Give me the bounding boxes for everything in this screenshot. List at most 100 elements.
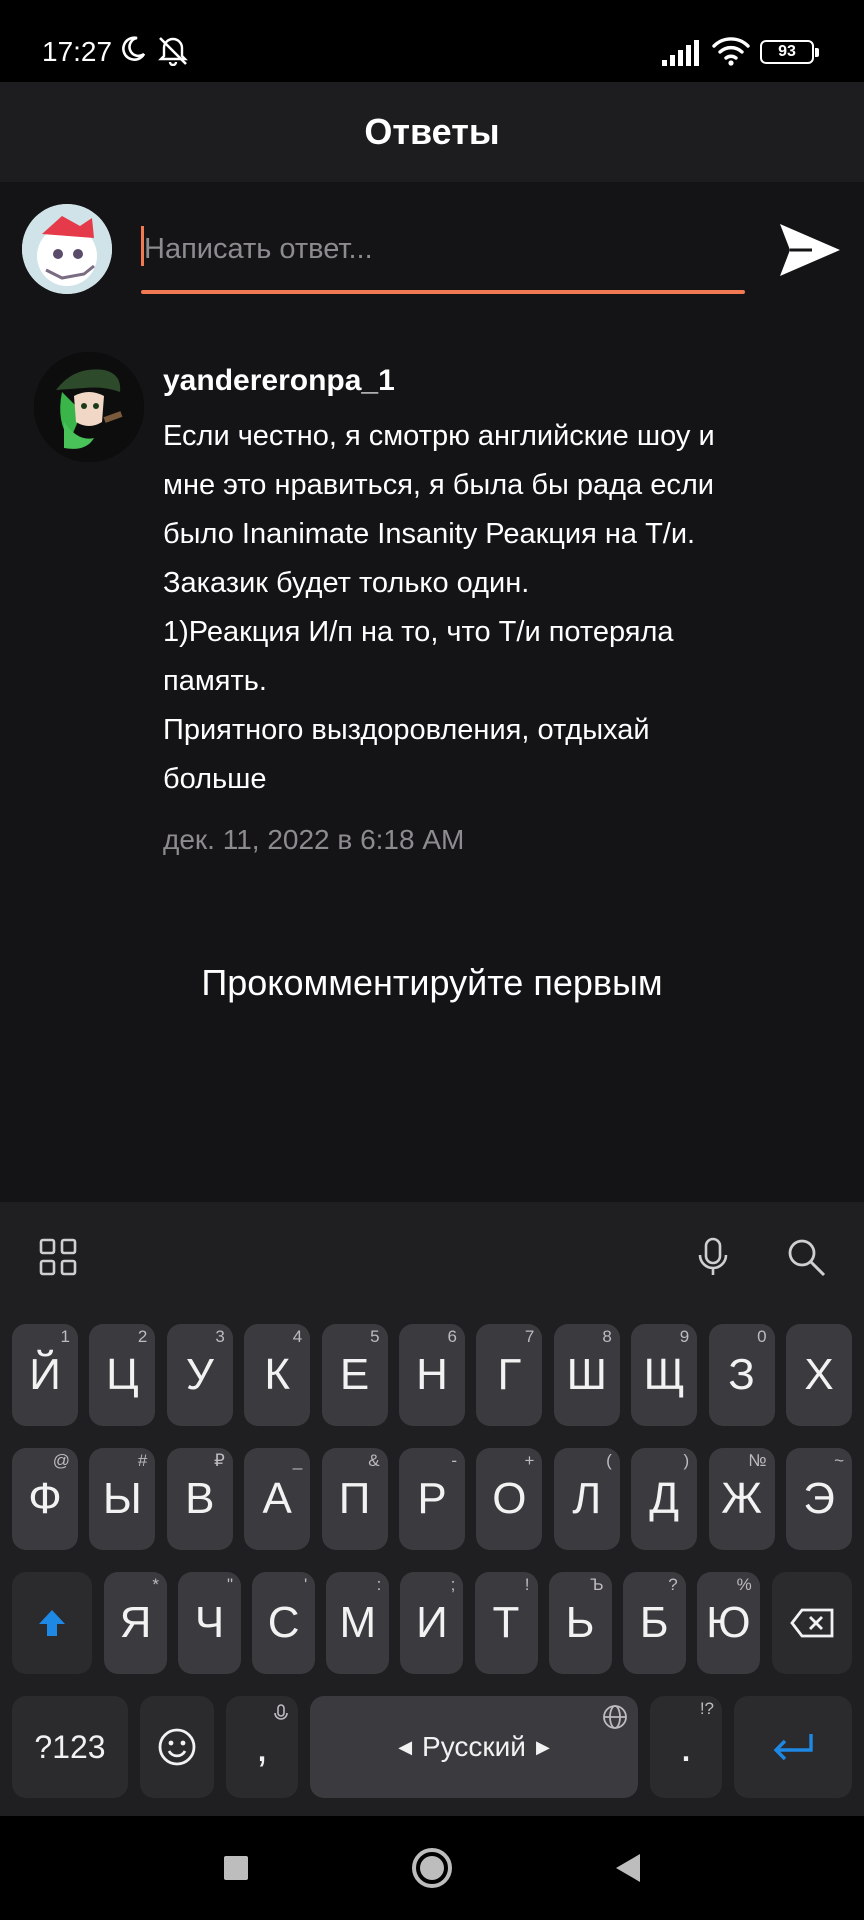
text-caret xyxy=(141,226,144,266)
key-label: Э xyxy=(803,1474,835,1523)
key-8[interactable]: Б? xyxy=(622,1572,686,1674)
key-label: И xyxy=(416,1598,448,1647)
key-label: Я xyxy=(119,1598,152,1647)
key-label: Л xyxy=(572,1474,602,1523)
key-label: С xyxy=(267,1598,300,1647)
status-bar: 17:27 93 xyxy=(0,0,864,82)
comma-key[interactable]: , xyxy=(226,1696,298,1798)
key-label: Н xyxy=(416,1350,448,1399)
key-9[interactable]: Ю% xyxy=(696,1572,760,1674)
key-3[interactable]: У3 xyxy=(166,1324,233,1426)
space-left-arrow-icon: ◀ xyxy=(398,1736,413,1757)
key-10[interactable]: Ж № xyxy=(708,1448,775,1550)
key-8[interactable]: Ш8 xyxy=(553,1324,620,1426)
emoji-icon xyxy=(158,1728,196,1766)
signal-icon xyxy=(662,40,699,66)
key-6[interactable]: Р- xyxy=(399,1448,465,1550)
key-2[interactable]: Ч " xyxy=(178,1572,242,1674)
key-hint: ( xyxy=(606,1451,612,1470)
keyboard-toolbar xyxy=(0,1202,864,1312)
emoji-key[interactable] xyxy=(140,1696,214,1798)
search-icon[interactable] xyxy=(784,1235,828,1279)
grid-icon[interactable] xyxy=(36,1235,80,1279)
comment-avatar[interactable] xyxy=(34,352,144,462)
key-hint: ~ xyxy=(834,1451,844,1470)
key-10[interactable]: З0 xyxy=(708,1324,775,1426)
key-7[interactable]: Г7 xyxy=(476,1324,543,1426)
key-hint: № xyxy=(748,1451,767,1470)
key-11[interactable]: Х xyxy=(786,1324,852,1426)
recents-icon[interactable] xyxy=(212,1844,260,1892)
key-hint: ! xyxy=(524,1575,530,1594)
key-9[interactable]: Щ9 xyxy=(631,1324,698,1426)
key-label: Е xyxy=(339,1350,370,1399)
key-label: З xyxy=(728,1350,755,1399)
microphone-hint-icon xyxy=(274,1704,288,1720)
key-1[interactable]: Й1 xyxy=(12,1324,78,1426)
send-icon[interactable] xyxy=(776,216,844,284)
key-hint: # xyxy=(137,1451,148,1470)
key-hint: & xyxy=(368,1451,380,1470)
key-label: В xyxy=(185,1474,215,1523)
key-8[interactable]: Л( xyxy=(553,1448,620,1550)
enter-key[interactable] xyxy=(734,1696,852,1798)
key-label: У xyxy=(185,1350,214,1399)
key-hint: 7 xyxy=(524,1327,535,1346)
key-hint: ; xyxy=(450,1575,456,1594)
reply-input[interactable] xyxy=(140,222,744,276)
comment-username[interactable]: yandereronpa_1 xyxy=(163,364,395,398)
key-hint: 2 xyxy=(137,1327,148,1346)
key-2[interactable]: Ц2 xyxy=(89,1324,156,1426)
key-11[interactable]: Э ~ xyxy=(786,1448,852,1550)
key-label: Ы xyxy=(102,1474,142,1523)
key-hint: 4 xyxy=(292,1327,303,1346)
backspace-icon xyxy=(790,1608,834,1638)
shift-key[interactable] xyxy=(12,1572,92,1674)
key-2[interactable]: Ы # xyxy=(89,1448,156,1550)
key-hint: * xyxy=(152,1575,159,1594)
key-6[interactable]: Н6 xyxy=(399,1324,465,1426)
key-row-4: ?123 , ◀ Русский ▶ . !? xyxy=(0,1696,864,1798)
key-4[interactable]: К4 xyxy=(244,1324,311,1426)
key-3[interactable]: В ₽ xyxy=(166,1448,233,1550)
key-9[interactable]: Д) xyxy=(631,1448,698,1550)
key-7[interactable]: О + xyxy=(476,1448,543,1550)
key-5[interactable]: И; xyxy=(400,1572,464,1674)
back-icon[interactable] xyxy=(604,1844,652,1892)
key-3[interactable]: С ' xyxy=(252,1572,316,1674)
key-4[interactable]: М: xyxy=(326,1572,390,1674)
key-7[interactable]: ЬЪ xyxy=(548,1572,612,1674)
replies-content: yandereronpa_1 Если честно, я смотрю анг… xyxy=(0,182,864,1202)
input-underline xyxy=(141,290,745,294)
key-label: Т xyxy=(492,1598,520,1647)
key-label: Х xyxy=(804,1350,834,1399)
key-hint: 1 xyxy=(60,1327,70,1346)
key-row-2: Ф @ Ы # В ₽ А _ П & Р - О + Л(Д) Ж № Э ~ xyxy=(0,1448,864,1550)
backspace-key[interactable] xyxy=(772,1572,852,1674)
key-label: Г xyxy=(497,1350,522,1399)
key-label: К xyxy=(264,1350,290,1399)
enter-icon xyxy=(773,1734,813,1761)
key-label: П xyxy=(338,1474,371,1523)
home-icon[interactable] xyxy=(408,1844,456,1892)
key-hint: 6 xyxy=(447,1327,457,1346)
wifi-icon xyxy=(712,37,750,66)
key-hint: 0 xyxy=(757,1327,767,1346)
key-5[interactable]: П & xyxy=(321,1448,388,1550)
key-5[interactable]: Е5 xyxy=(321,1324,388,1426)
key-1[interactable]: Я * xyxy=(104,1572,167,1674)
key-1[interactable]: Ф @ xyxy=(12,1448,78,1550)
period-key[interactable]: . !? xyxy=(650,1696,722,1798)
space-key[interactable]: ◀ Русский ▶ xyxy=(310,1696,638,1798)
key-4[interactable]: А _ xyxy=(244,1448,311,1550)
key-label: Р xyxy=(417,1474,447,1523)
symbols-key[interactable]: ?123 xyxy=(12,1696,128,1798)
key-hint: ? xyxy=(668,1575,678,1594)
app-bar: Ответы xyxy=(0,82,864,182)
current-user-avatar[interactable] xyxy=(22,204,112,294)
key-6[interactable]: Т! xyxy=(474,1572,538,1674)
microphone-icon[interactable] xyxy=(691,1235,735,1279)
key-label: О xyxy=(492,1474,527,1523)
key-label: Ж xyxy=(721,1474,762,1523)
moon-icon xyxy=(122,36,146,61)
